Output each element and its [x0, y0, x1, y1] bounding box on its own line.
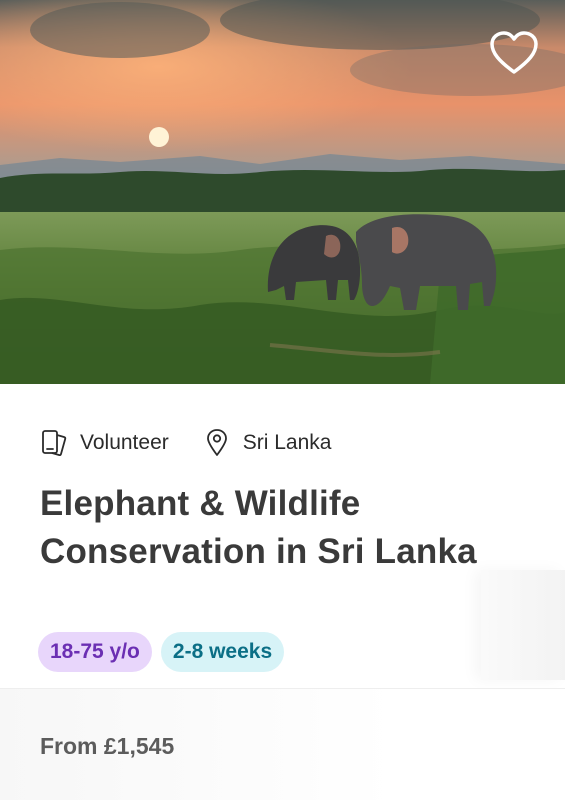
category-label: Volunteer — [80, 431, 169, 454]
map-pin-icon — [203, 428, 231, 458]
program-meta: Volunteer Sri Lanka — [40, 428, 331, 458]
price-label: From £1,545 — [40, 733, 175, 759]
duration-badge: 2-8 weeks — [160, 632, 285, 672]
hero-image[interactable] — [0, 0, 565, 384]
phone-cards-icon — [40, 428, 68, 458]
program-tags: 18-75 y/o 2-8 weeks — [38, 632, 293, 672]
location-meta: Sri Lanka — [203, 428, 332, 458]
program-title[interactable]: Elephant & Wildlife Conservation in Sri … — [40, 480, 530, 576]
elephants-at-sunset-photo — [0, 0, 565, 384]
price-footer: From £1,545 — [0, 689, 565, 800]
card-body: Volunteer Sri Lanka Elephant & Wildlife … — [0, 384, 565, 800]
favorite-button[interactable] — [487, 26, 541, 80]
location-label: Sri Lanka — [242, 431, 332, 454]
age-range-badge: 18-75 y/o — [38, 632, 152, 672]
heart-outline-icon — [490, 31, 538, 74]
program-card[interactable]: Volunteer Sri Lanka Elephant & Wildlife … — [0, 0, 565, 800]
category-meta: Volunteer — [40, 428, 169, 458]
adjacent-card-edge — [481, 570, 565, 680]
